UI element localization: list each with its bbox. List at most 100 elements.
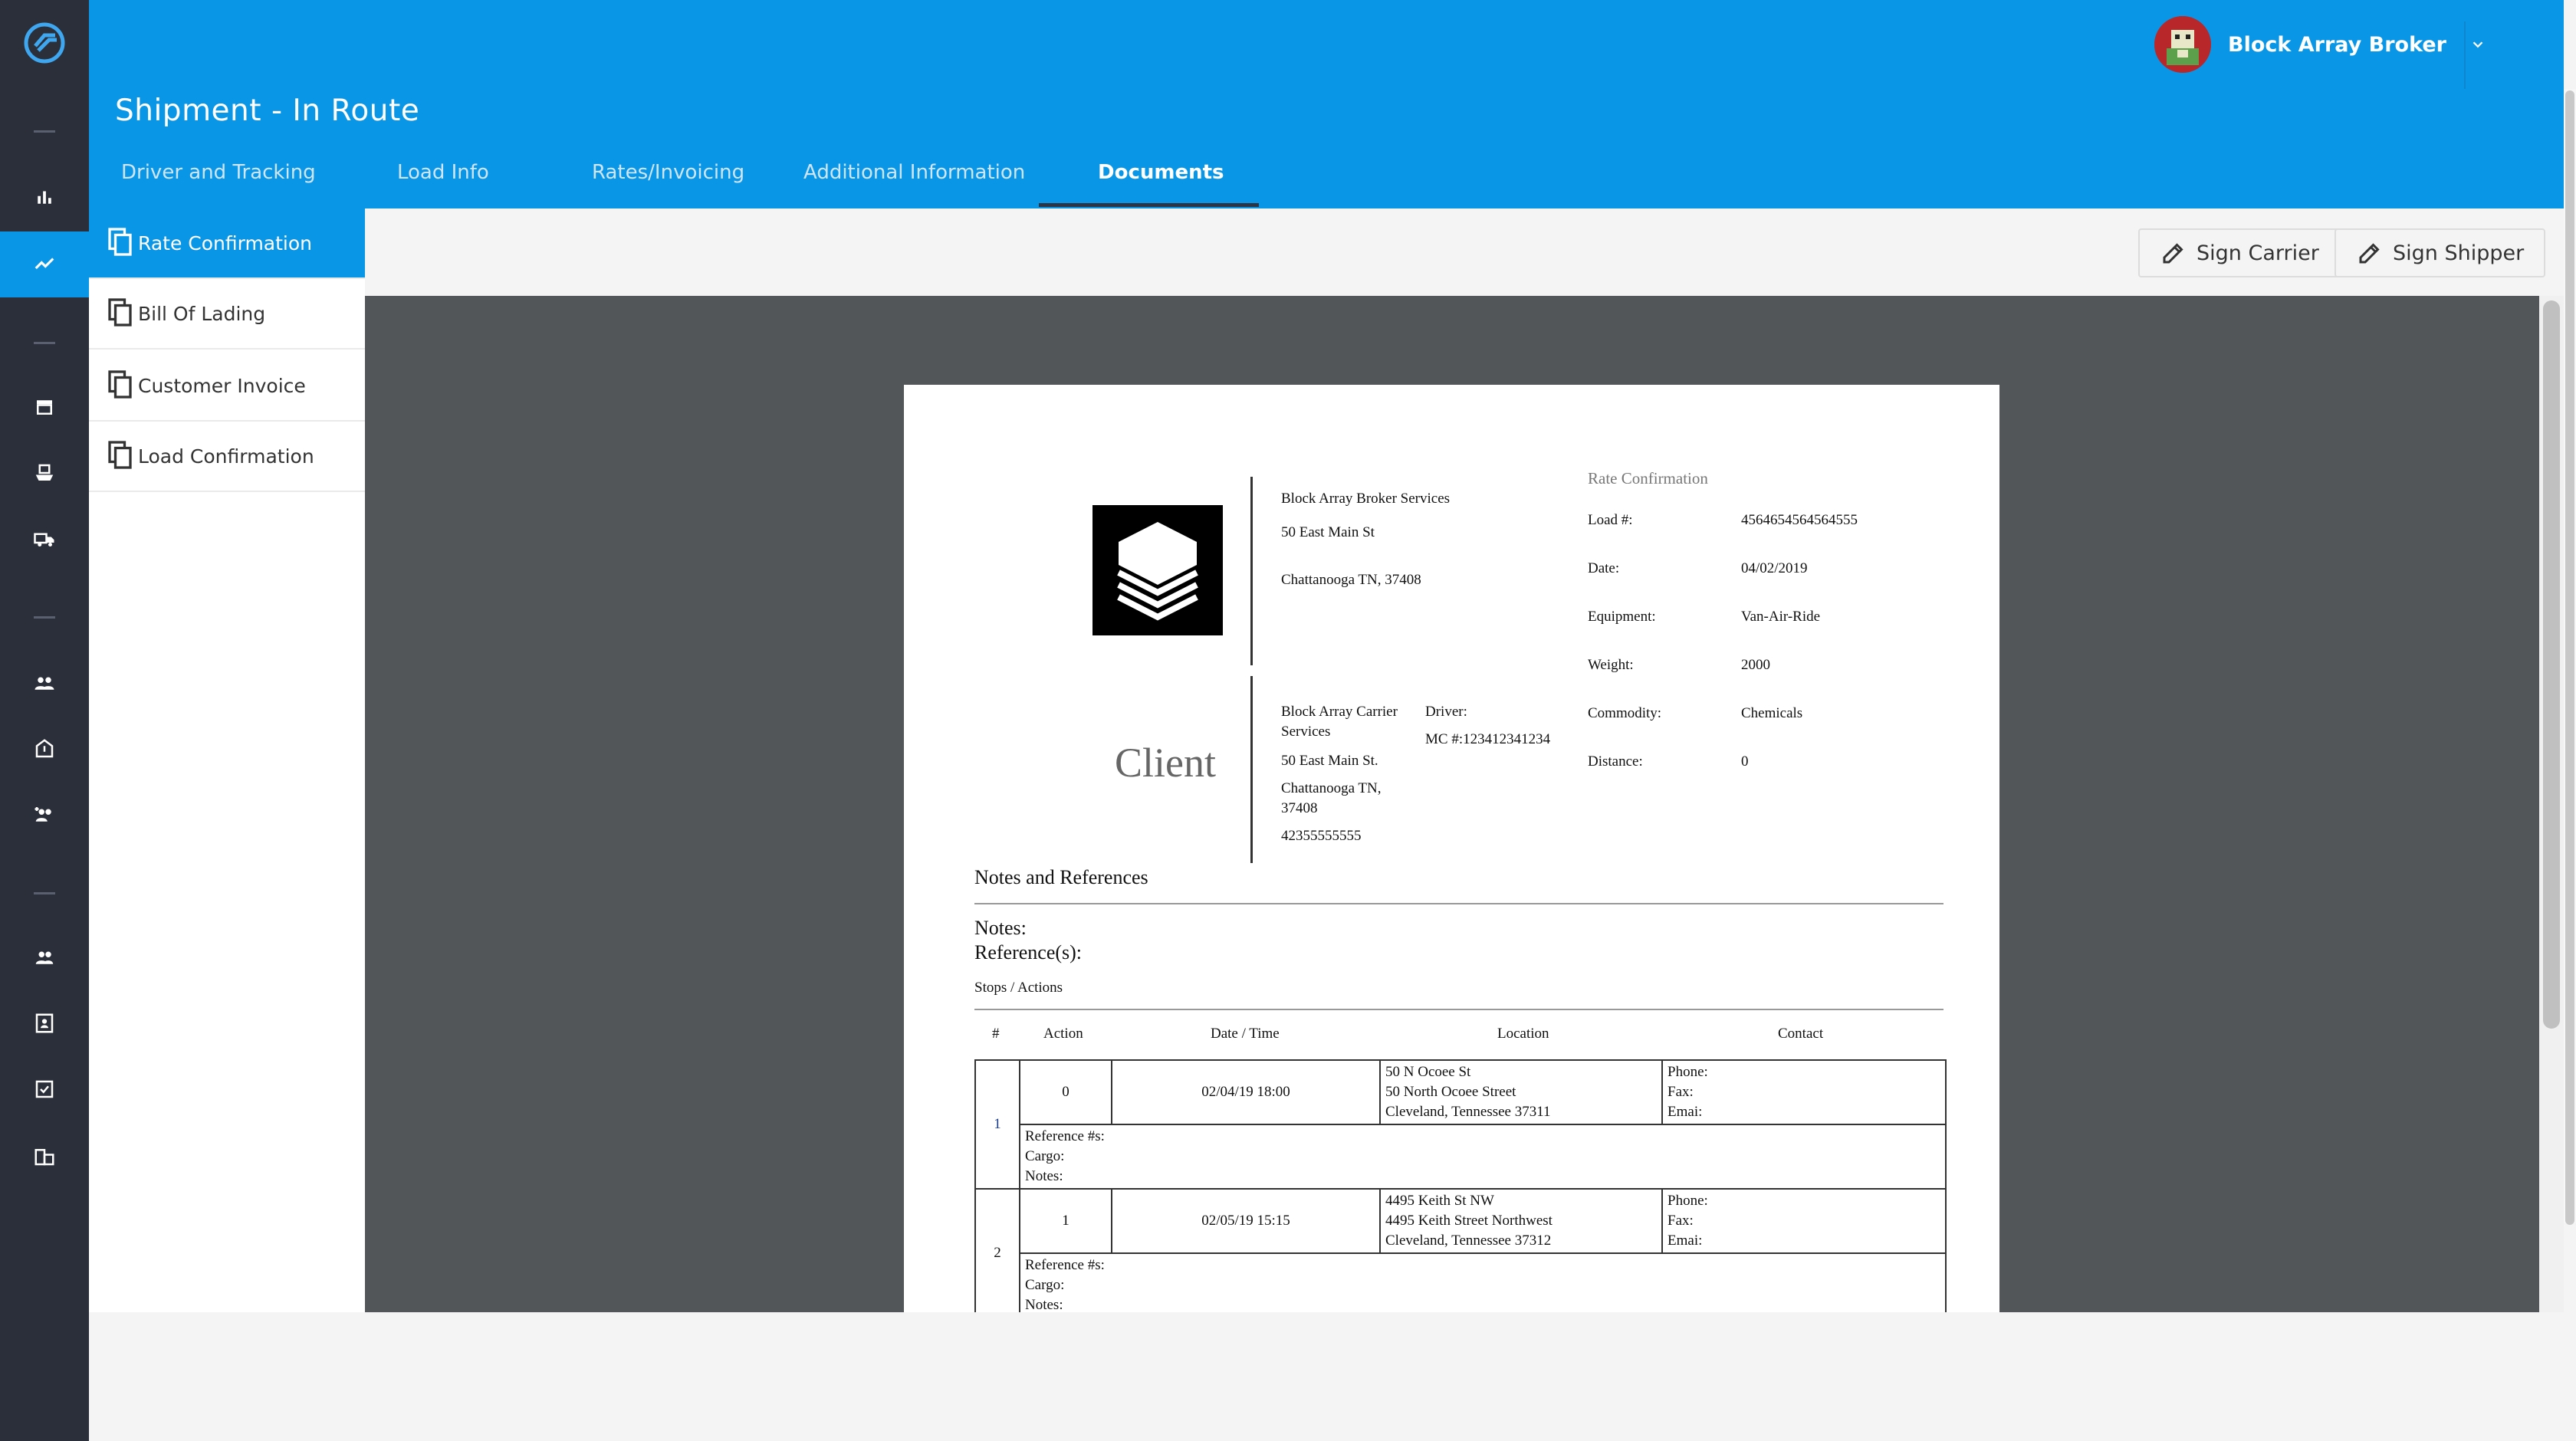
company-logo-icon <box>1092 505 1223 635</box>
tab-rates-invoicing[interactable]: Rates/Invoicing <box>592 161 744 207</box>
chevron-down-icon[interactable] <box>2469 36 2486 53</box>
carrier-city-line2: 37408 <box>1281 800 1318 816</box>
table-row: Reference #s: Cargo: Notes: <box>975 1124 1947 1190</box>
footer-area <box>89 1312 2576 1441</box>
copy-icon <box>108 298 132 327</box>
copy-icon <box>108 370 132 399</box>
stops-table: 1 0 02/04/19 18:00 50 N Ocoee St 50 Nort… <box>974 1059 1947 1312</box>
field-value: 04/02/2019 <box>1741 560 1808 576</box>
column-header: Location <box>1497 1026 1549 1042</box>
doc-item-label: Rate Confirmation <box>138 231 313 254</box>
check-box-icon[interactable] <box>0 1056 89 1122</box>
truck-icon[interactable] <box>0 506 89 572</box>
rail-divider <box>34 892 55 894</box>
contact-phone: Phone: <box>1668 1193 1708 1209</box>
mc-number: MC #:123412341234 <box>1425 731 1551 747</box>
rate-confirmation-page: Block Array Broker Services 50 East Main… <box>904 385 1999 1312</box>
doc-item-rate-confirmation[interactable]: Rate Confirmation <box>89 208 365 279</box>
page-title: Shipment - In Route <box>115 94 420 128</box>
notes-label: Notes: <box>974 917 1027 939</box>
stop-number: 1 <box>974 1059 1020 1190</box>
broker-street: 50 East Main St <box>1281 524 1375 540</box>
people-icon[interactable] <box>0 924 89 990</box>
copy-icon <box>108 228 132 256</box>
page-scrollbar-thumb[interactable] <box>2565 90 2574 1225</box>
separator-line <box>1250 477 1253 665</box>
doc-item-load-confirmation[interactable]: Load Confirmation <box>89 422 365 492</box>
logo-icon[interactable] <box>21 20 67 66</box>
location-line: 50 North Ocoee Street <box>1385 1084 1516 1100</box>
stop-contact: Phone: Fax: Emai: <box>1661 1188 1947 1254</box>
column-header: Action <box>1043 1026 1083 1042</box>
sign-shipper-label: Sign Shipper <box>2393 241 2525 265</box>
contact-email: Emai: <box>1668 1104 1703 1120</box>
stop-details: Reference #s: Cargo: Notes: <box>1019 1124 1947 1190</box>
stop-action: 1 <box>1019 1188 1112 1254</box>
client-label: Client <box>1115 740 1216 786</box>
sign-carrier-button[interactable]: Sign Carrier <box>2138 228 2341 277</box>
reference-label: Reference #s: <box>1025 1128 1105 1144</box>
tab-driver-and-tracking[interactable]: Driver and Tracking <box>121 161 316 207</box>
tab-additional-information[interactable]: Additional Information <box>803 161 1025 207</box>
separator-line <box>1250 676 1253 863</box>
user-menu[interactable]: Block Array Broker <box>2154 15 2486 74</box>
doc-item-bill-of-lading[interactable]: Bill Of Lading <box>89 279 365 350</box>
group-add-icon[interactable] <box>0 782 89 848</box>
carrier-name-line1: Block Array Carrier <box>1281 704 1398 720</box>
rail-divider <box>34 342 55 344</box>
bar-chart-icon[interactable] <box>0 164 89 230</box>
rate-confirmation-title: Rate Confirmation <box>1588 469 1708 487</box>
stop-datetime: 02/04/19 18:00 <box>1111 1059 1381 1125</box>
location-line: 50 N Ocoee St <box>1385 1064 1471 1080</box>
store-icon[interactable] <box>0 374 89 440</box>
contact-fax: Fax: <box>1668 1084 1694 1100</box>
trending-icon[interactable] <box>0 231 89 297</box>
business-icon[interactable] <box>0 1124 89 1190</box>
location-line: Cleveland, Tennessee 37311 <box>1385 1104 1551 1120</box>
field-value: Van-Air-Ride <box>1741 609 1821 625</box>
field-value: Chemicals <box>1741 705 1803 721</box>
ship-icon[interactable] <box>0 440 89 506</box>
cargo-label: Cargo: <box>1025 1148 1065 1164</box>
carrier-phone: 42355555555 <box>1281 828 1362 844</box>
notes-label: Notes: <box>1025 1168 1063 1184</box>
column-header: Contact <box>1778 1026 1824 1042</box>
rail-divider <box>34 616 55 619</box>
table-row: Reference #s: Cargo: Notes: <box>975 1252 1947 1312</box>
pencil-icon <box>2359 243 2380 264</box>
stop-details: Reference #s: Cargo: Notes: <box>1019 1252 1947 1312</box>
sign-shipper-button[interactable]: Sign Shipper <box>2334 228 2546 277</box>
app-header: Shipment - In Route Driver and Tracking … <box>89 0 2564 208</box>
table-row: 2 1 02/05/19 15:15 4495 Keith St NW 4495… <box>974 1188 1947 1312</box>
location-line: 4495 Keith St NW <box>1385 1193 1494 1209</box>
stop-contact: Phone: Fax: Emai: <box>1661 1059 1947 1125</box>
tab-load-info[interactable]: Load Info <box>397 161 489 207</box>
field-value: 2000 <box>1741 657 1770 673</box>
field-value: 4564654564564555 <box>1741 512 1858 528</box>
stop-location: 50 N Ocoee St 50 North Ocoee Street Clev… <box>1379 1059 1663 1125</box>
carrier-street: 50 East Main St. <box>1281 753 1378 769</box>
active-tab-indicator <box>1039 203 1259 207</box>
doc-item-customer-invoice[interactable]: Customer Invoice <box>89 351 365 422</box>
cargo-label: Cargo: <box>1025 1277 1065 1293</box>
viewer-scrollbar-thumb[interactable] <box>2543 300 2560 1029</box>
field-label: Equipment: <box>1588 609 1656 625</box>
contact-card-icon[interactable] <box>0 990 89 1056</box>
avatar <box>2154 16 2211 73</box>
doc-item-label: Customer Invoice <box>138 374 306 397</box>
building-alert-icon[interactable] <box>0 716 89 782</box>
sign-carrier-label: Sign Carrier <box>2196 241 2319 265</box>
field-label: Distance: <box>1588 753 1643 770</box>
driver-label: Driver: <box>1425 704 1467 720</box>
contact-email: Emai: <box>1668 1233 1703 1249</box>
carrier-name-line2: Services <box>1281 724 1331 740</box>
contact-phone: Phone: <box>1668 1064 1708 1080</box>
stop-number: 2 <box>974 1188 1020 1312</box>
broker-city: Chattanooga TN, 37408 <box>1281 572 1421 588</box>
stops-heading: Stops / Actions <box>974 980 1063 996</box>
doc-item-label: Load Confirmation <box>138 445 314 468</box>
header-divider <box>2464 21 2466 89</box>
tab-documents[interactable]: Documents <box>1098 161 1224 207</box>
table-row: 1 0 02/04/19 18:00 50 N Ocoee St 50 Nort… <box>974 1059 1947 1190</box>
group-icon[interactable] <box>0 650 89 716</box>
